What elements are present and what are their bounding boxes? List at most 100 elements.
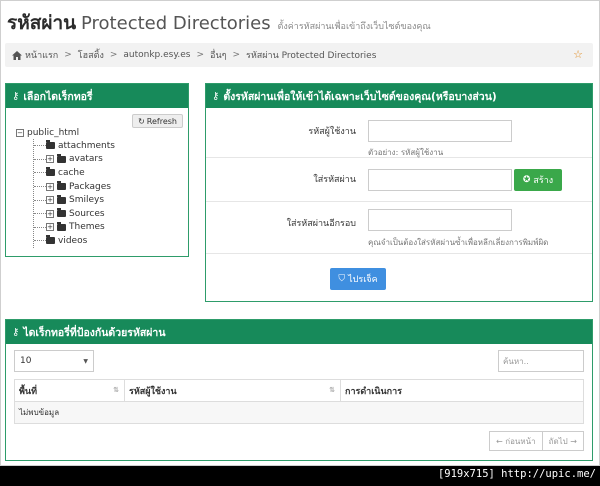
directory-panel-title: เลือกไดเร็กทอรี่ <box>23 90 93 103</box>
column-header-username[interactable]: รหัสผู้ใช้งาน ⇅ <box>124 379 341 402</box>
expand-icon[interactable]: + <box>46 196 54 205</box>
refresh-button-label: Refresh <box>146 116 177 126</box>
protected-panel-title: ไดเร็กทอรี่ที่ป้องกันด้วยรหัสผ่าน <box>23 326 166 339</box>
upic-watermark: [919x715] http://upic.me/ <box>437 468 596 480</box>
table-row: ไม่พบข้อมูล <box>14 401 584 424</box>
tree-item-label: Packages <box>69 181 111 192</box>
prev-page-button[interactable]: ← ก่อนหน้า <box>489 431 543 451</box>
column-header-label: พื้นที่ <box>19 386 38 397</box>
page-length-select[interactable]: 10 ▼ <box>14 350 94 372</box>
gear-icon: ✪ <box>522 175 531 185</box>
folder-icon <box>46 140 55 150</box>
expand-icon[interactable]: + <box>46 155 54 164</box>
breadcrumb-separator: > <box>109 50 118 60</box>
expand-icon[interactable]: + <box>46 209 54 218</box>
tree-connector <box>34 158 46 160</box>
username-label: รหัสผู้ใช้งาน <box>308 127 356 137</box>
breadcrumb-item-domain[interactable]: autonkp.esy.es <box>123 50 190 60</box>
breadcrumb: หน้าแรก > โฮสติ้ง > autonkp.esy.es > อื่… <box>5 43 593 67</box>
password-label: ใส่รหัสผ่าน <box>313 175 356 185</box>
tree-item-packages[interactable]: + Packages <box>34 180 115 194</box>
tree-item-label: Sources <box>69 208 105 219</box>
tree-item-attachments[interactable]: attachments <box>34 139 115 153</box>
tree-item-label: cache <box>58 167 85 178</box>
tree-item-avatars[interactable]: + avatars <box>34 153 115 167</box>
breadcrumb-item-current: รหัสผ่าน Protected Directories <box>246 51 377 61</box>
page-length-value: 10 <box>20 356 32 366</box>
breadcrumb-item-home: หน้าแรก <box>25 51 59 61</box>
tree-item-label: avatars <box>69 154 103 165</box>
confirm-help: คุณจำเป็นต้องใส่รหัสผ่านซ้ำเพื่อหลีกเลี่… <box>368 238 549 247</box>
tree-connector <box>34 172 46 174</box>
folder-icon <box>57 221 66 231</box>
confirm-row: ใส่รหัสผ่านอีกรอบ คุณจำเป็นต้องใส่รหัสผ่… <box>206 202 592 254</box>
protected-directories-panel: ⚷ ไดเร็กทอรี่ที่ป้องกันด้วยรหัสผ่าน 10 ▼… <box>5 319 593 461</box>
column-header-actions[interactable]: การดำเนินการ <box>340 379 584 402</box>
username-row: รหัสผู้ใช้งาน ตัวอย่าง: รหัสผู้ใช้งาน <box>206 108 592 158</box>
folder-icon <box>57 153 66 163</box>
confirm-label: ใส่รหัสผ่านอีกรอบ <box>286 219 356 229</box>
tree-connector <box>34 213 46 215</box>
breadcrumb-separator: > <box>64 50 72 60</box>
password-panel: ⚷ ตั้งรหัสผ่านเพื่อให้เข้าได้เฉพาะเว็บไซ… <box>205 83 593 302</box>
create-password-button[interactable]: ✪ สร้าง <box>514 169 562 191</box>
protected-table: พื้นที่ ⇅ รหัสผู้ใช้งาน ⇅ การดำเนินการ ไ… <box>14 379 584 424</box>
page-title-th: รหัสผ่าน <box>7 12 77 34</box>
column-header-label: การดำเนินการ <box>345 386 402 397</box>
table-header-row: พื้นที่ ⇅ รหัสผู้ใช้งาน ⇅ การดำเนินการ <box>14 379 584 402</box>
breadcrumb-home[interactable]: หน้าแรก <box>12 48 58 62</box>
sort-icon: ⇅ <box>329 386 335 394</box>
protect-button-label: ไปรเจ็ค <box>348 275 378 285</box>
column-header-area[interactable]: พื้นที่ ⇅ <box>14 379 125 402</box>
directory-tree: − public_html attachments + avatars cach… <box>16 126 115 248</box>
confirm-password-input[interactable] <box>368 209 512 231</box>
tree-item-label: Smileys <box>69 195 105 206</box>
tree-item-videos[interactable]: videos <box>34 234 115 248</box>
refresh-icon: ↻ <box>138 116 145 126</box>
tree-root-label: public_html <box>27 127 80 138</box>
search-input[interactable]: ค้นหา.. <box>498 350 584 372</box>
folder-icon <box>57 181 66 191</box>
tree-item-themes[interactable]: + Themes <box>34 221 115 235</box>
breadcrumb-separator: > <box>232 50 240 60</box>
username-input[interactable] <box>368 120 512 142</box>
key-icon: ⚷ <box>212 90 220 102</box>
directory-panel: ⚷ เลือกไดเร็กทอรี่ ↻ Refresh − public_ht… <box>5 83 189 257</box>
tree-children: attachments + avatars cache + Packages +… <box>33 139 115 248</box>
page-canvas: รหัสผ่าน Protected Directories ตั้งค่ารห… <box>0 0 600 466</box>
next-page-button[interactable]: ถัดไป → <box>542 431 584 451</box>
page-title-en: Protected Directories <box>81 13 271 34</box>
folder-icon <box>57 194 66 204</box>
folder-icon <box>57 208 66 218</box>
shield-icon: ⛉ <box>338 274 346 284</box>
tree-item-cache[interactable]: cache <box>34 166 115 180</box>
protect-button[interactable]: ⛉ ไปรเจ็ค <box>330 268 386 290</box>
password-panel-title: ตั้งรหัสผ่านเพื่อให้เข้าได้เฉพาะเว็บไซต์… <box>223 90 497 103</box>
password-row: ใส่รหัสผ่าน ✪ สร้าง <box>206 158 592 202</box>
pagination: ← ก่อนหน้า ถัดไป → <box>489 431 584 451</box>
tree-item-label: videos <box>58 235 88 246</box>
refresh-button[interactable]: ↻ Refresh <box>132 114 183 128</box>
column-header-label: รหัสผู้ใช้งาน <box>129 386 177 397</box>
directory-panel-header: ⚷ เลือกไดเร็กทอรี่ <box>6 84 188 108</box>
tree-item-smileys[interactable]: + Smileys <box>34 193 115 207</box>
home-icon <box>12 50 22 60</box>
key-icon: ⚷ <box>12 90 20 102</box>
star-icon[interactable]: ☆ <box>573 48 583 61</box>
tree-connector <box>34 240 46 242</box>
collapse-icon[interactable]: − <box>16 128 24 137</box>
expand-icon[interactable]: + <box>46 223 54 232</box>
protected-panel-header: ⚷ ไดเร็กทอรี่ที่ป้องกันด้วยรหัสผ่าน <box>6 320 592 344</box>
breadcrumb-item-other[interactable]: อื่นๆ <box>210 48 226 62</box>
tree-connector <box>34 145 46 147</box>
expand-icon[interactable]: + <box>46 182 54 191</box>
sort-icon: ⇅ <box>113 386 119 394</box>
folder-icon <box>46 167 55 177</box>
search-placeholder: ค้นหา.. <box>503 356 529 366</box>
breadcrumb-item-hosting[interactable]: โฮสติ้ง <box>78 48 104 62</box>
caret-down-icon: ▼ <box>83 357 88 365</box>
tree-item-sources[interactable]: + Sources <box>34 207 115 221</box>
password-input[interactable] <box>368 169 512 191</box>
tree-item-label: Themes <box>69 222 105 233</box>
tree-root[interactable]: − public_html <box>16 126 115 139</box>
